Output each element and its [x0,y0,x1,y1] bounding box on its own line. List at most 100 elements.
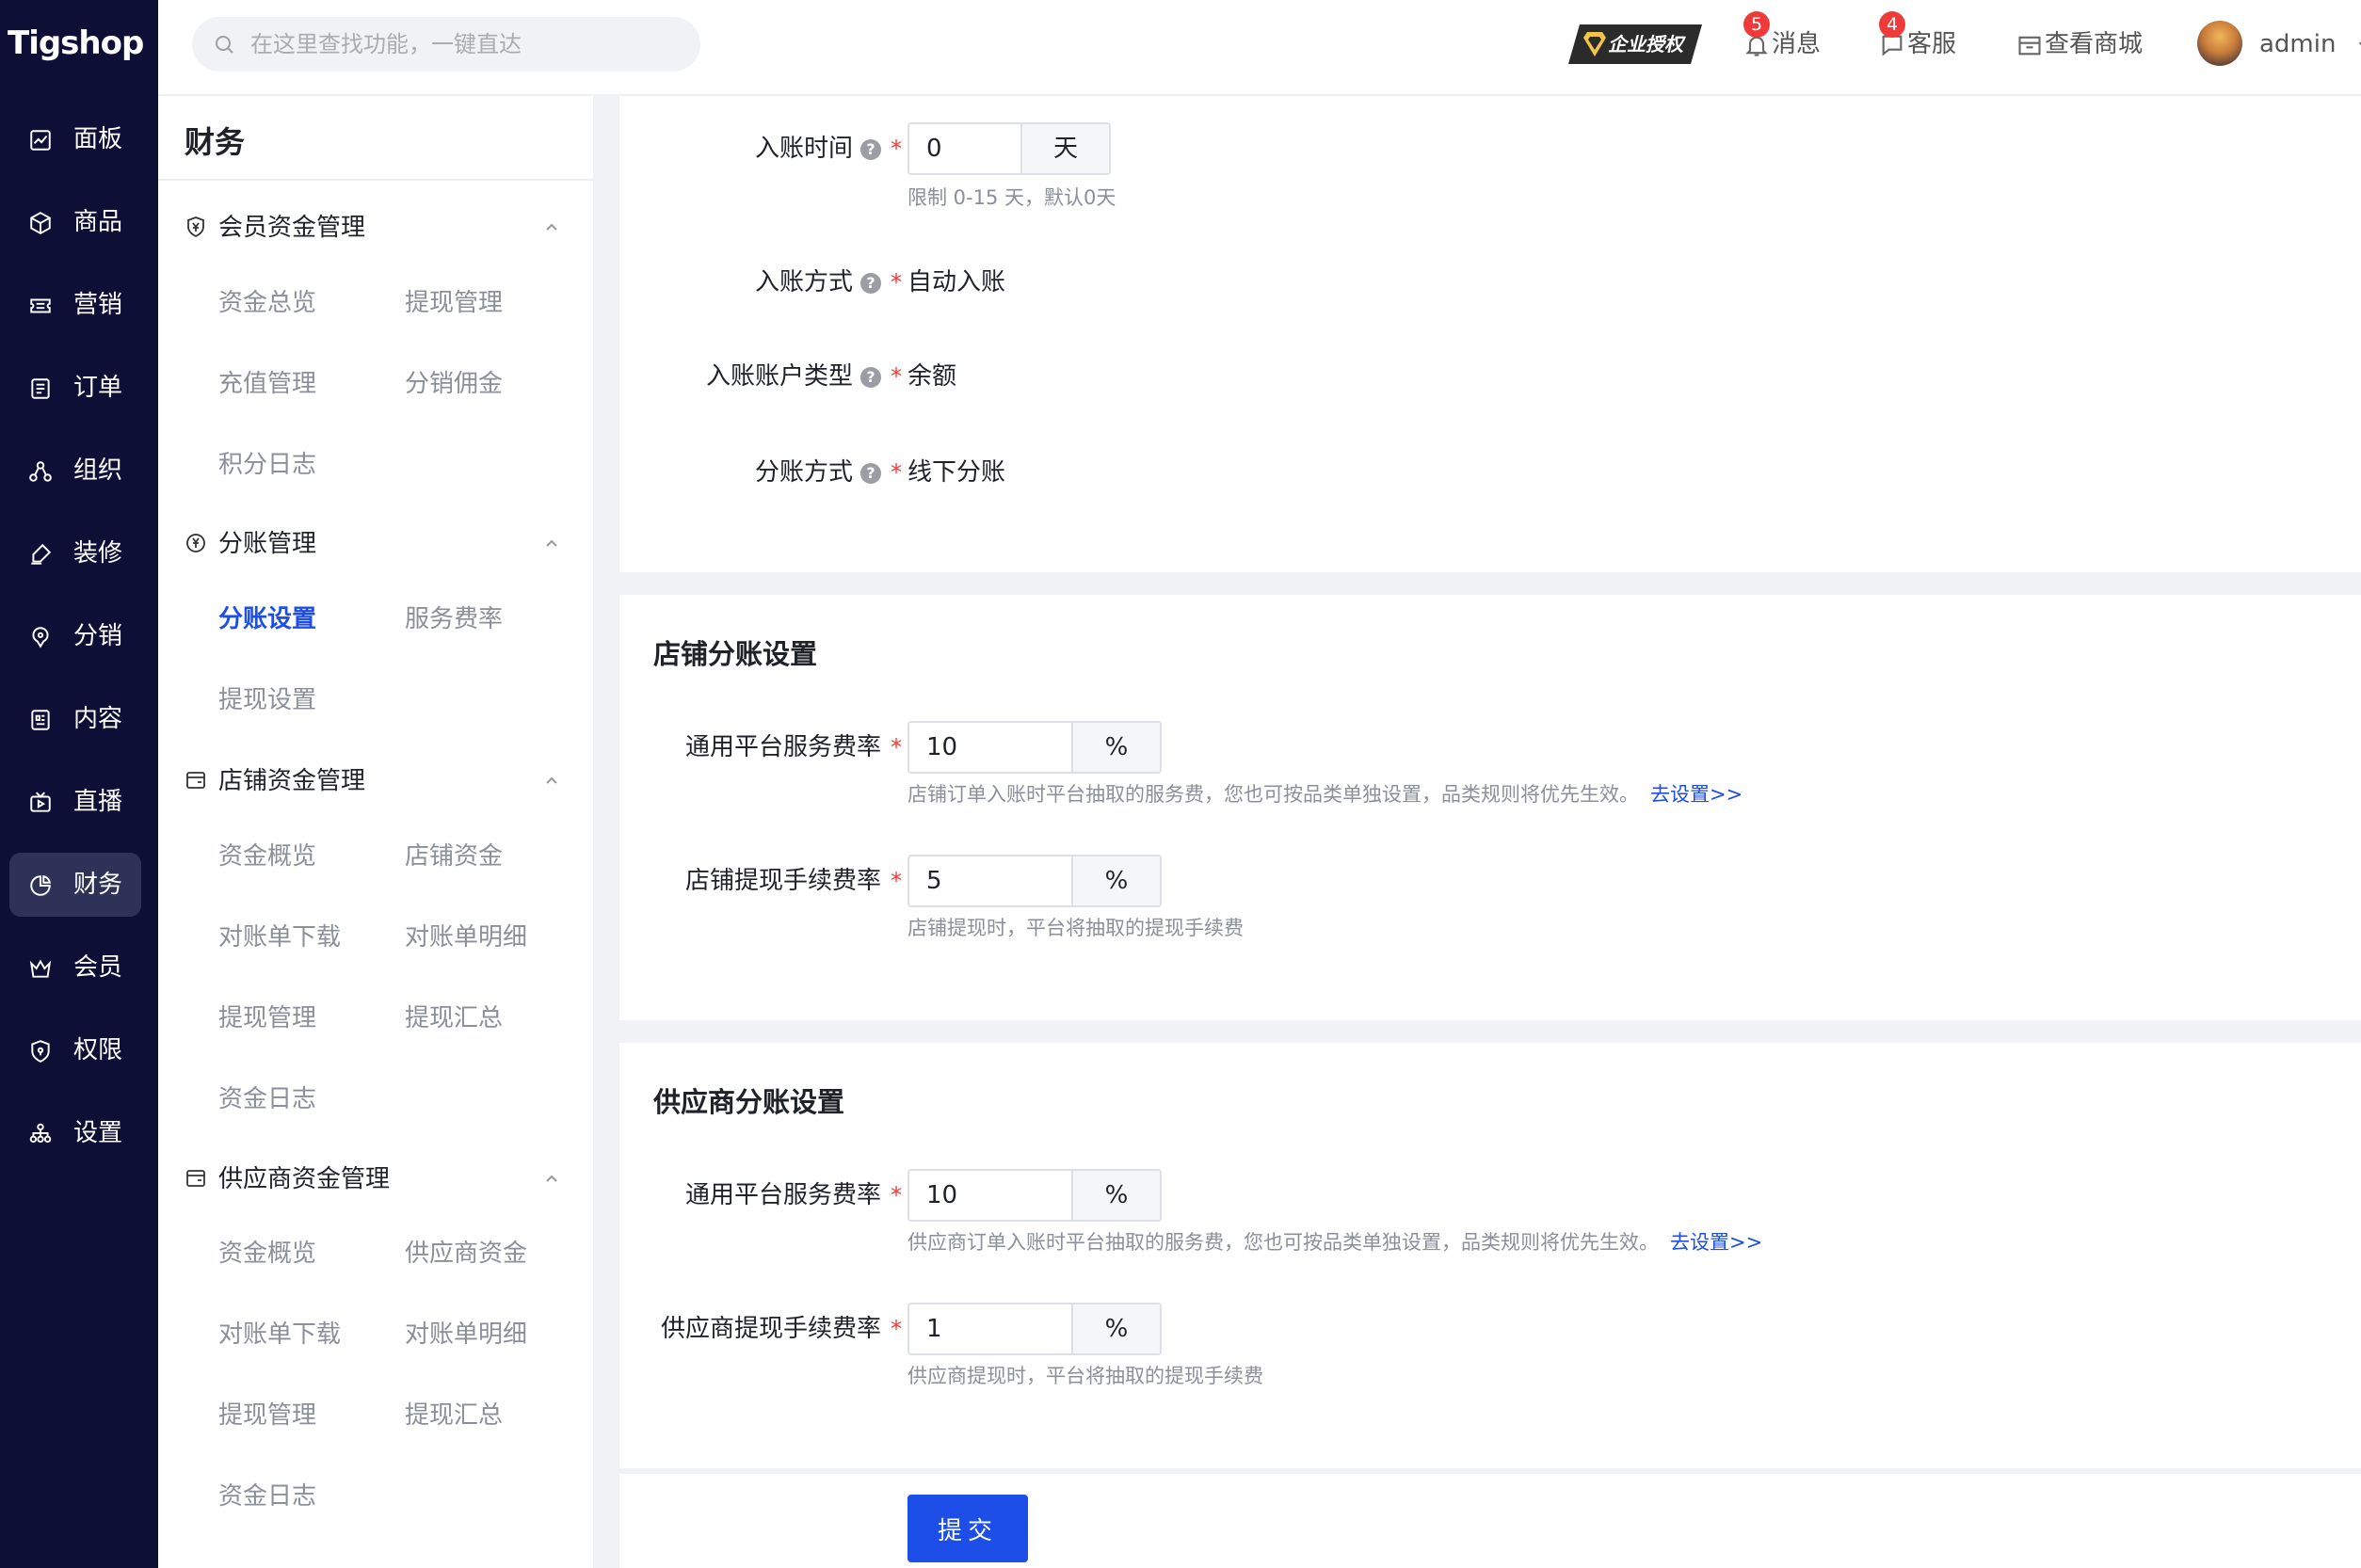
menu-item-recharge-manage[interactable]: 充值管理 [218,365,316,403]
help-icon[interactable]: ? [860,367,881,388]
nav-item-marketing[interactable]: 营销 [9,273,141,337]
supplier-withdraw-fee-input[interactable] [909,1304,1071,1353]
percent-unit: % [1071,1304,1160,1353]
menu-item-shop-withdraw-summary[interactable]: 提现汇总 [405,1000,503,1037]
search-input[interactable] [250,17,683,72]
menu-item-shop-funds[interactable]: 店铺资金 [405,838,503,875]
menu-group-label: 店铺资金管理 [218,767,366,795]
order-list-icon [31,378,50,399]
settlement-time-input[interactable] [909,124,1020,173]
shop-service-rate-input[interactable] [909,723,1071,772]
account-type-value: 余额 [907,362,957,391]
menu-item-withdraw-settings[interactable]: 提现设置 [218,681,316,719]
help-icon[interactable]: ? [860,463,881,484]
license-badge-text: 企业授权 [1608,33,1683,56]
nav-item-members[interactable]: 会员 [9,936,141,1000]
menu-item-withdraw-manage[interactable]: 提现管理 [405,284,503,322]
share-icon [32,627,49,648]
nav-item-products[interactable]: 商品 [9,190,141,254]
nav-item-permissions[interactable]: 权限 [9,1018,141,1082]
percent-unit: % [1071,723,1160,772]
supplier-withdraw-fee-field: % [907,1303,1162,1355]
menu-group-member-funds[interactable]: 会员资金管理 [185,207,580,248]
service-label: 客服 [1907,30,1957,58]
settings-icon [29,1123,52,1144]
menu-item-shop-funds-overview[interactable]: 资金概览 [218,838,316,875]
submenu-divider [158,179,593,181]
chevron-up-icon [546,1175,557,1182]
global-search[interactable] [192,17,700,72]
view-store-label: 查看商城 [2045,30,2144,58]
nav-item-label: 商品 [73,208,123,236]
menu-item-funds-overview[interactable]: 资金总览 [218,284,316,322]
app-root: Tigshop 面板 商品 营销 订单 组织 装修 分销 内容 直播 财务 会员… [0,0,2361,1568]
menu-item-shop-withdraw-manage[interactable]: 提现管理 [218,1000,316,1037]
menu-item-supplier-statement-download[interactable]: 对账单下载 [218,1316,341,1353]
shield-yen-icon [187,216,204,238]
menu-item-service-rate[interactable]: 服务费率 [405,600,503,638]
menu-item-supplier-withdraw-summary[interactable]: 提现汇总 [405,1397,503,1434]
nav-item-decoration[interactable]: 装修 [9,521,141,585]
help-icon[interactable]: ? [860,273,881,294]
menu-item-split-settings[interactable]: 分账设置 [218,600,316,638]
shield-icon [31,1040,50,1063]
service-count-badge: 4 [1879,11,1905,38]
username: admin [2259,30,2337,58]
nav-item-dashboard[interactable]: 面板 [9,107,141,171]
nav-item-distribution[interactable]: 分销 [9,604,141,668]
menu-item-distribution-commission[interactable]: 分销佣金 [405,365,503,403]
main-nav-rail: Tigshop 面板 商品 营销 订单 组织 装修 分销 内容 直播 财务 会员… [0,0,158,1568]
app-logo[interactable]: Tigshop [8,23,144,64]
org-icon [29,461,52,482]
nav-item-label: 内容 [73,705,123,733]
menu-item-supplier-withdraw-manage[interactable]: 提现管理 [218,1397,316,1434]
menu-item-supplier-statement-detail[interactable]: 对账单明细 [405,1316,527,1353]
chevron-up-icon [546,223,557,231]
menu-item-points-log[interactable]: 积分日志 [218,446,316,484]
submit-button[interactable]: 提交 [907,1495,1028,1562]
messages-label: 消息 [1772,30,1822,58]
supplier-service-rate-field: % [907,1169,1162,1222]
split-method-value: 线下分账 [907,458,1006,487]
menu-item-shop-funds-log[interactable]: 资金日志 [218,1080,316,1118]
menu-item-supplier-funds-log[interactable]: 资金日志 [218,1478,316,1515]
ticket-icon [30,298,51,313]
nav-item-label: 营销 [73,291,123,319]
chevron-up-icon [546,539,557,547]
nav-item-settings[interactable]: 设置 [9,1101,141,1165]
shop-service-rate-hint: 店铺订单入账时平台抽取的服务费，您也可按品类单独设置，品类规则将优先生效。 去设置… [907,783,1743,806]
enterprise-license-badge[interactable]: 企业授权 [1566,23,1704,66]
shop-withdraw-fee-input[interactable] [909,856,1071,905]
yen-circle-icon [186,534,205,552]
finance-submenu: 财务 会员资金管理 资金总览 提现管理 充值管理 分销佣金 积分日志 分账管理 … [158,96,593,1568]
menu-group-supplier-funds[interactable]: 供应商资金管理 [185,1159,580,1200]
nav-item-live[interactable]: 直播 [9,770,141,834]
shop-service-rate-label: 通用平台服务费率 * [684,733,902,761]
help-icon[interactable]: ? [860,139,881,160]
supplier-service-rate-hint: 供应商订单入账时平台抽取的服务费，您也可按品类单独设置，品类规则将优先生效。 去设… [907,1231,1763,1254]
menu-group-label: 分账管理 [218,530,317,558]
menu-group-split-accounts[interactable]: 分账管理 [185,523,580,565]
nav-item-finance[interactable]: 财务 [9,853,141,917]
nav-item-organization[interactable]: 组织 [9,439,141,503]
category-rate-settings-link[interactable]: 去设置>> [1670,1231,1762,1254]
menu-item-shop-statement-download[interactable]: 对账单下载 [218,919,341,956]
percent-unit: % [1071,1171,1160,1220]
supplier-split-title: 供应商分账设置 [653,1086,845,1118]
menu-item-supplier-funds[interactable]: 供应商资金 [405,1235,527,1272]
submenu-title: 财务 [185,124,246,160]
menu-group-shop-funds[interactable]: 店铺资金管理 [185,760,580,802]
search-icon [216,36,233,54]
nav-item-label: 分销 [73,622,123,650]
category-rate-settings-link[interactable]: 去设置>> [1650,783,1743,806]
nav-item-content[interactable]: 内容 [9,687,141,751]
menu-item-shop-statement-detail[interactable]: 对账单明细 [405,919,527,956]
nav-item-orders[interactable]: 订单 [9,356,141,420]
percent-unit: % [1071,856,1160,905]
box-icon [30,212,51,234]
nav-item-label: 装修 [73,539,123,568]
menu-item-supplier-funds-overview[interactable]: 资金概览 [218,1235,316,1272]
messages-count-badge: 5 [1743,11,1770,38]
account-type-label: 入账账户类型? * [705,362,902,391]
supplier-service-rate-input[interactable] [909,1171,1071,1220]
